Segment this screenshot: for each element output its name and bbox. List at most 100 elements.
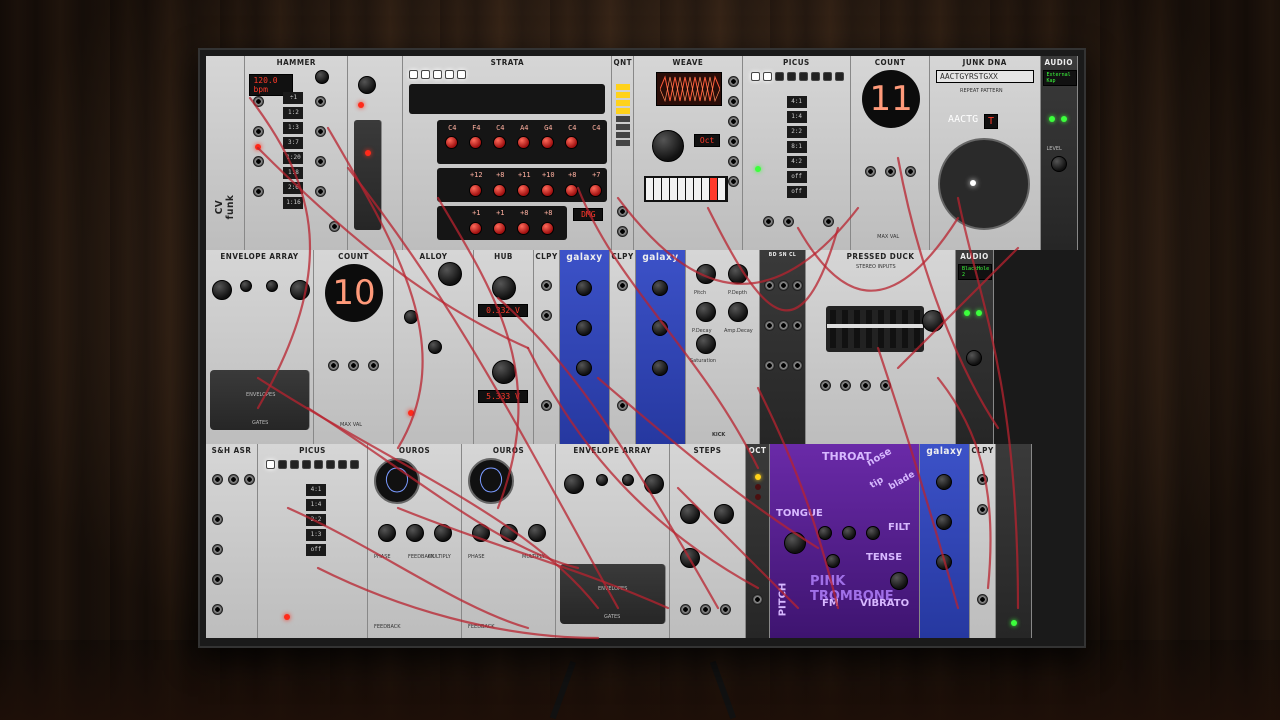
output-jack[interactable]	[782, 216, 794, 227]
galaxy-knob[interactable]	[936, 474, 952, 490]
pitch-knob[interactable]	[784, 532, 806, 554]
input-jack[interactable]	[977, 504, 988, 515]
fader-bank[interactable]	[826, 306, 924, 352]
step-jack[interactable]	[778, 280, 789, 291]
ratio-item[interactable]: 1:20	[283, 152, 304, 164]
output-jack[interactable]	[752, 594, 763, 605]
saturation-knob[interactable]	[696, 334, 716, 354]
output-jack[interactable]	[315, 96, 327, 107]
ratio-item[interactable]: off	[306, 544, 326, 556]
input-jack[interactable]	[885, 166, 897, 177]
level-knob[interactable]	[966, 350, 982, 366]
device-display[interactable]: BlackHole 2	[958, 264, 992, 280]
tongue-knob[interactable]	[818, 526, 832, 540]
ratio-item[interactable]: 1:2	[283, 107, 304, 119]
step-jack[interactable]	[764, 280, 775, 291]
tense-knob[interactable]	[826, 554, 840, 568]
input-jack[interactable]	[880, 380, 891, 391]
tongue-knob[interactable]	[842, 526, 856, 540]
output-jack[interactable]	[315, 156, 327, 167]
input-jack[interactable]	[212, 514, 223, 525]
p-decay-knob[interactable]	[696, 302, 716, 322]
input-jack[interactable]	[541, 310, 552, 321]
vca-knob[interactable]	[492, 276, 516, 300]
input-jack[interactable]	[244, 474, 255, 485]
weave-knob[interactable]	[652, 130, 685, 162]
galaxy-knob[interactable]	[936, 514, 952, 530]
input-jack[interactable]	[728, 96, 740, 107]
ratio-item[interactable]: 2:2	[786, 126, 807, 138]
input-jack[interactable]	[212, 574, 223, 585]
ratio-item[interactable]: 1:3	[283, 122, 304, 134]
output-jack[interactable]	[762, 216, 774, 227]
input-jack[interactable]	[728, 156, 740, 167]
output-jack[interactable]	[541, 400, 552, 411]
env-knob[interactable]	[564, 474, 584, 494]
ratio-item[interactable]: 1:4	[786, 111, 807, 123]
level-knob[interactable]	[1050, 156, 1067, 172]
output-jack[interactable]	[617, 400, 628, 411]
ratio-item[interactable]: ÷1	[283, 92, 304, 104]
env-knob[interactable]	[290, 280, 310, 300]
tempo-knob[interactable]	[315, 70, 330, 84]
output-jack[interactable]	[617, 226, 629, 237]
input-jack[interactable]	[820, 380, 831, 391]
ratio-item[interactable]: 2:6	[283, 182, 304, 194]
galaxy-knob[interactable]	[576, 280, 592, 296]
input-jack[interactable]	[253, 126, 265, 137]
dna-sequence-field[interactable]: AACTGYRSTGXX	[936, 70, 1035, 83]
ratio-item[interactable]: off	[786, 171, 807, 183]
input-jack[interactable]	[228, 474, 239, 485]
output-jack[interactable]	[315, 186, 327, 197]
input-jack[interactable]	[700, 604, 711, 615]
env-knob[interactable]	[596, 474, 608, 486]
input-jack[interactable]	[860, 380, 871, 391]
input-jack[interactable]	[728, 136, 740, 147]
step-jack[interactable]	[792, 360, 803, 371]
ratio-item[interactable]: 4:1	[306, 484, 326, 496]
input-jack[interactable]	[865, 166, 877, 177]
input-jack[interactable]	[253, 186, 265, 197]
output-jack[interactable]	[822, 216, 834, 227]
alloy-knob[interactable]	[404, 310, 418, 324]
input-jack[interactable]	[680, 604, 691, 615]
input-jack[interactable]	[840, 380, 851, 391]
alloy-knob[interactable]	[428, 340, 442, 354]
amp-decay-knob[interactable]	[728, 302, 748, 322]
input-jack[interactable]	[368, 360, 379, 371]
galaxy-knob[interactable]	[576, 320, 592, 336]
output-jack[interactable]	[315, 126, 327, 137]
ratio-item[interactable]: 8:1	[786, 141, 807, 153]
input-jack[interactable]	[348, 360, 359, 371]
input-jack[interactable]	[617, 206, 629, 217]
input-jack[interactable]	[905, 166, 917, 177]
env-knob[interactable]	[212, 280, 232, 300]
output-jack[interactable]	[720, 604, 731, 615]
ratio-item[interactable]: 1:4	[306, 499, 326, 511]
input-jack[interactable]	[977, 474, 988, 485]
galaxy-knob[interactable]	[652, 280, 668, 296]
pattern-knob[interactable]	[358, 76, 377, 94]
ratio-item[interactable]: 3:7	[283, 137, 304, 149]
step-knob[interactable]	[680, 548, 700, 568]
input-jack[interactable]	[728, 116, 740, 127]
range-knob[interactable]	[714, 504, 734, 524]
input-jack[interactable]	[212, 474, 223, 485]
input-jack[interactable]	[728, 76, 740, 87]
ouros-knob[interactable]	[406, 524, 424, 542]
env-knob[interactable]	[240, 280, 252, 292]
ouros-knob[interactable]	[500, 524, 518, 542]
input-jack[interactable]	[212, 604, 223, 615]
galaxy-knob[interactable]	[652, 360, 668, 376]
env-knob[interactable]	[644, 474, 664, 494]
step-jack[interactable]	[792, 280, 803, 291]
step-jack[interactable]	[764, 360, 775, 371]
ratio-item[interactable]: off	[786, 186, 807, 198]
keyboard[interactable]	[644, 176, 729, 202]
vca-knob[interactable]	[492, 360, 516, 384]
galaxy-knob[interactable]	[576, 360, 592, 376]
output-jack[interactable]	[977, 594, 988, 605]
step-jack[interactable]	[792, 320, 803, 331]
input-jack[interactable]	[328, 360, 339, 371]
p-depth-knob[interactable]	[728, 264, 748, 284]
